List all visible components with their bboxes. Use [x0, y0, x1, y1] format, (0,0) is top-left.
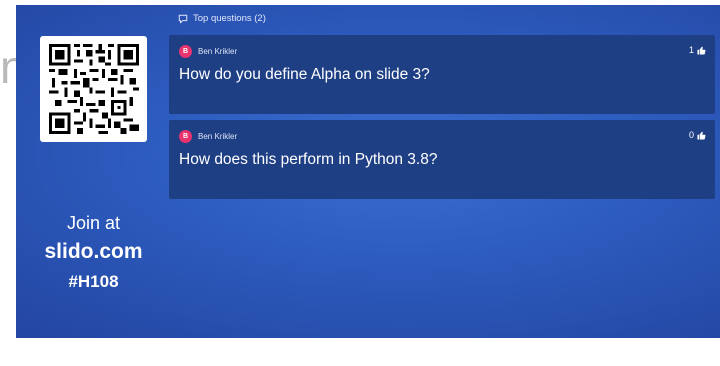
avatar: B: [179, 45, 192, 58]
author-name: Ben Krikler: [198, 47, 238, 56]
join-label: Join at: [66, 213, 121, 233]
top-questions-title: Top questions (2): [193, 13, 266, 24]
question-list: B Ben Krikler How do you define Alpha on…: [169, 35, 715, 205]
join-info: Join at slido.com #H108: [16, 212, 171, 294]
question-meta: B Ben Krikler: [179, 130, 237, 143]
question-meta: B Ben Krikler: [179, 45, 237, 58]
chat-bubble-icon: [178, 14, 188, 24]
like-count[interactable]: 1: [689, 45, 706, 55]
like-count[interactable]: 0: [689, 130, 706, 140]
thumbs-up-icon: [697, 46, 706, 55]
question-text: How do you define Alpha on slide 3?: [179, 66, 430, 83]
thumbs-up-icon: [697, 131, 706, 140]
slido-panel: Join at slido.com #H108 Top questions (2…: [16, 5, 720, 338]
qr-code-icon: [48, 44, 139, 134]
question-card[interactable]: B Ben Krikler How do you define Alpha on…: [169, 35, 715, 114]
like-count-value: 1: [688, 45, 694, 55]
slido-screen: n Join at slido.com #H108 Top questions …: [0, 0, 720, 366]
author-name: Ben Krikler: [198, 132, 238, 141]
question-card[interactable]: B Ben Krikler How does this perform in P…: [169, 120, 715, 199]
join-domain: slido.com: [44, 240, 143, 263]
event-code: #H108: [68, 272, 119, 291]
avatar: B: [179, 130, 192, 143]
like-count-value: 0: [688, 130, 694, 140]
question-text: How does this perform in Python 3.8?: [179, 151, 438, 168]
qr-code: [40, 36, 147, 142]
top-questions-header: Top questions (2): [178, 13, 266, 25]
